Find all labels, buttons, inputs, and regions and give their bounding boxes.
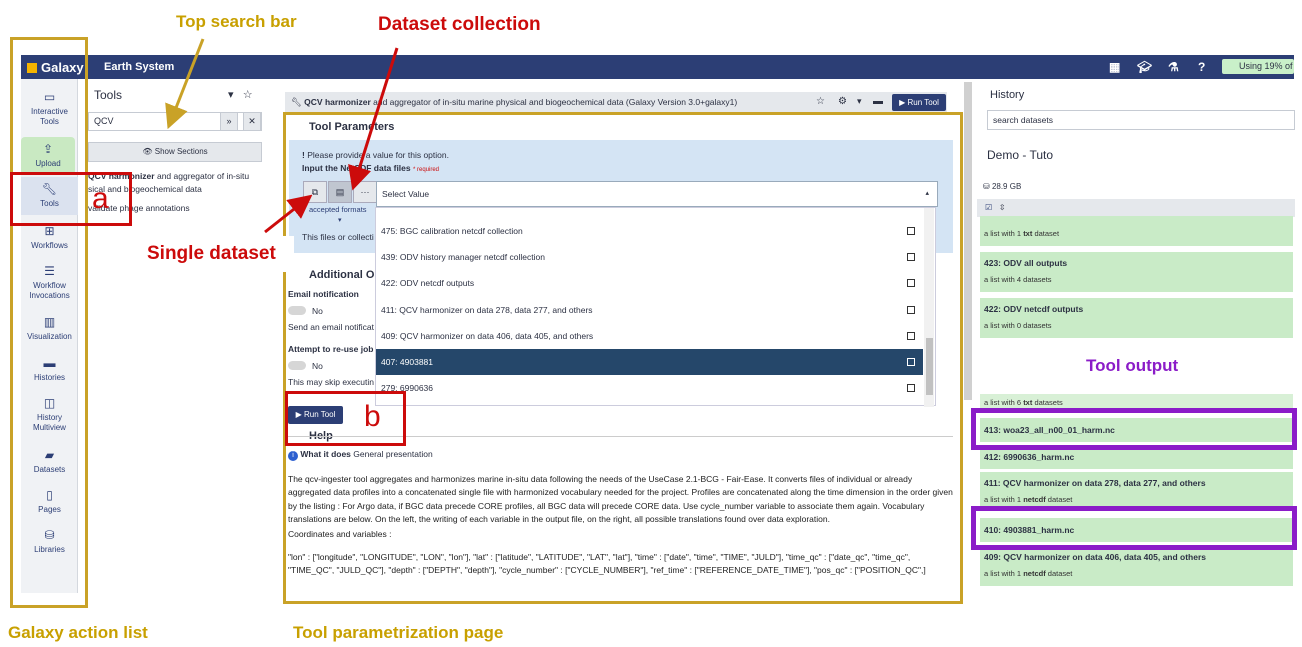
arrow-single-dataset <box>264 194 313 234</box>
arrow-top-search-bar <box>165 38 205 130</box>
annotation-arrows <box>165 38 399 234</box>
arrow-dataset-collection <box>348 47 399 191</box>
